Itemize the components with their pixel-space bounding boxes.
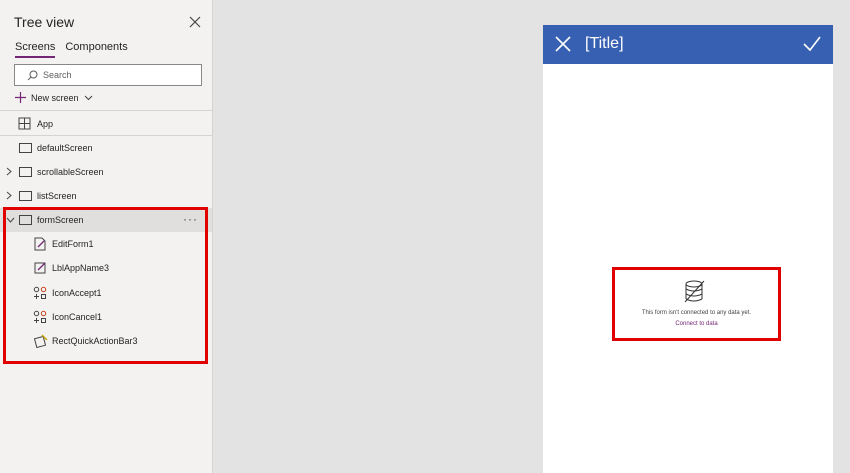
tree-item-scrollablescreen[interactable]: scrollableScreen bbox=[0, 160, 212, 184]
tree-item-editform1[interactable]: EditForm1 bbox=[0, 232, 212, 256]
tree-item-iconcancel1[interactable]: IconCancel1 bbox=[0, 305, 212, 329]
connect-to-data-link[interactable]: Connect to data bbox=[615, 321, 778, 327]
chevron-right-icon[interactable] bbox=[6, 167, 12, 176]
screen-icon bbox=[19, 143, 32, 153]
plus-icon bbox=[15, 92, 26, 103]
more-options-icon[interactable]: ··· bbox=[183, 212, 198, 226]
tab-screens[interactable]: Screens bbox=[15, 41, 56, 58]
close-icon[interactable] bbox=[188, 15, 202, 29]
rectangle-icon bbox=[34, 334, 48, 348]
tree-item-label: defaultScreen bbox=[37, 143, 93, 153]
screen-icon bbox=[19, 167, 32, 177]
tree-item-listscreen[interactable]: listScreen bbox=[0, 184, 212, 208]
tree-view-panel: Tree view Screens Components Search New … bbox=[0, 0, 213, 473]
tree-item-label: IconCancel1 bbox=[52, 312, 103, 322]
screen-icon bbox=[19, 191, 32, 201]
app-icon bbox=[18, 117, 31, 130]
tree-item-label: scrollableScreen bbox=[37, 167, 104, 177]
form-header-bar: [Title] bbox=[543, 25, 833, 64]
app-canvas: [Title] This form isn't connected to any… bbox=[543, 25, 833, 473]
tree-view-tabs: Screens Components bbox=[15, 41, 128, 58]
edit-form-icon bbox=[34, 237, 46, 251]
new-screen-button[interactable]: New screen bbox=[15, 92, 93, 103]
label-icon bbox=[34, 262, 46, 274]
new-screen-label: New screen bbox=[31, 92, 79, 103]
tree-view-title: Tree view bbox=[14, 14, 75, 30]
edit-form-placeholder[interactable]: This form isn't connected to any data ye… bbox=[612, 267, 781, 341]
divider bbox=[0, 110, 212, 111]
tree-item-label: EditForm1 bbox=[52, 239, 94, 249]
tree-item-lblappname3[interactable]: LblAppName3 bbox=[0, 256, 212, 280]
icon-control-icon bbox=[33, 310, 47, 323]
icon-control-icon bbox=[33, 286, 47, 299]
tree-item-label: IconAccept1 bbox=[52, 288, 102, 298]
search-icon bbox=[27, 70, 38, 81]
tree-item-iconaccept1[interactable]: IconAccept1 bbox=[0, 281, 212, 305]
tab-components[interactable]: Components bbox=[65, 41, 127, 58]
close-icon[interactable] bbox=[555, 36, 571, 52]
tree-item-label: listScreen bbox=[37, 191, 77, 201]
chevron-right-icon[interactable] bbox=[6, 191, 12, 200]
database-icon bbox=[684, 280, 705, 303]
tree-item-label: RectQuickActionBar3 bbox=[52, 336, 138, 346]
check-icon[interactable] bbox=[803, 36, 821, 52]
form-title: [Title] bbox=[585, 35, 624, 52]
tree-item-defaultscreen[interactable]: defaultScreen bbox=[0, 136, 212, 160]
chevron-down-icon bbox=[84, 95, 92, 100]
tree-item-rectquickactionbar3[interactable]: RectQuickActionBar3 bbox=[0, 329, 212, 353]
tree-item-label: LblAppName3 bbox=[52, 263, 110, 273]
tree-item-label: App bbox=[37, 119, 54, 129]
form-empty-message: This form isn't connected to any data ye… bbox=[641, 310, 752, 316]
search-placeholder: Search bbox=[43, 70, 72, 80]
screen-icon bbox=[19, 215, 32, 225]
search-input[interactable]: Search bbox=[14, 64, 202, 86]
tree-item-label: formScreen bbox=[37, 215, 84, 225]
tree-item-app[interactable]: App bbox=[0, 112, 212, 136]
tree-item-formscreen[interactable]: formScreen ··· bbox=[0, 208, 212, 232]
chevron-down-icon[interactable] bbox=[6, 217, 15, 223]
